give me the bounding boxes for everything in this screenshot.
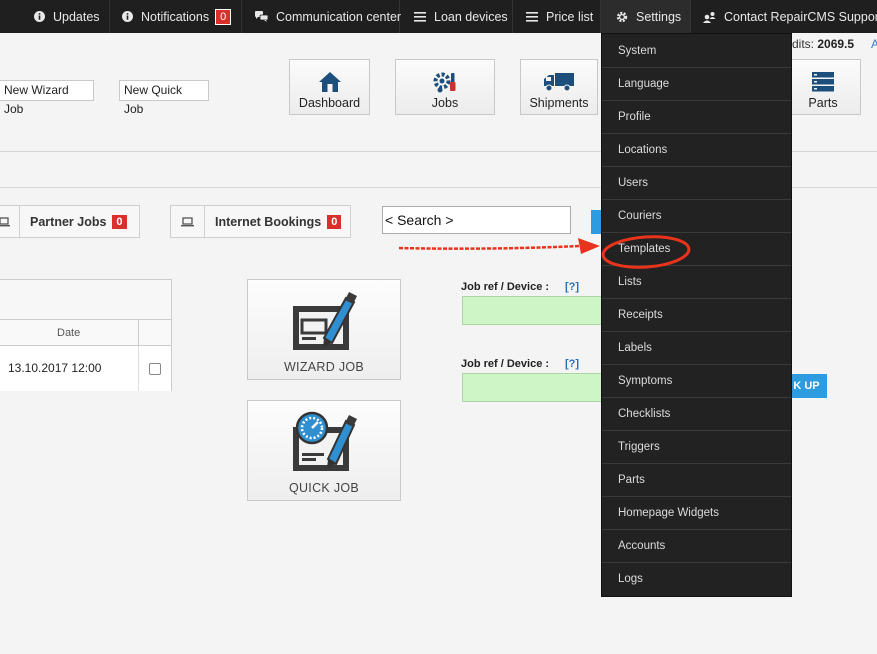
menu-item-logs[interactable]: Logs <box>602 563 791 596</box>
table-header-row: Date <box>0 319 171 346</box>
menu-item-symptoms[interactable]: Symptoms <box>602 365 791 398</box>
job-ref-label: Job ref / Device : <box>461 358 550 370</box>
menu-item-triggers[interactable]: Triggers <box>602 431 791 464</box>
truck-icon <box>544 73 574 92</box>
gear-icon <box>616 11 628 23</box>
job-ref-label: Job ref / Device : <box>461 281 550 293</box>
column-divider <box>138 346 139 391</box>
jobs-label: Jobs <box>431 96 459 110</box>
job-ref-help-link[interactable]: [?] <box>565 281 579 293</box>
menu-item-users[interactable]: Users <box>602 167 791 200</box>
nav-communication-label: Communication center <box>276 9 402 24</box>
menu-item-accounts[interactable]: Accounts <box>602 530 791 563</box>
shipments-label: Shipments <box>529 96 589 110</box>
table-row[interactable]: 13.10.2017 12:00 <box>0 346 171 391</box>
job-ref-input[interactable] <box>462 373 607 402</box>
laptop-icon <box>171 206 205 237</box>
tab-partner-jobs[interactable]: Partner Jobs 0 <box>0 205 140 238</box>
list-icon <box>414 11 426 22</box>
menu-item-system[interactable]: System <box>602 35 791 68</box>
nav-updates[interactable]: Updates <box>0 0 110 33</box>
tab-partner-jobs-label: Partner Jobs <box>30 214 107 229</box>
info-icon <box>122 11 133 22</box>
wizard-job-tile[interactable]: WIZARD JOB <box>247 279 401 380</box>
nav-loan-devices[interactable]: Loan devices <box>400 0 513 33</box>
nav-notifications[interactable]: Notifications 0 <box>110 0 242 33</box>
credits-value: 2069.5 <box>817 37 855 51</box>
red-arrow-annotation <box>398 238 600 254</box>
nav-contact-support-label: Contact RepairCMS Support <box>724 9 877 24</box>
menu-item-language[interactable]: Language <box>602 68 791 101</box>
search-input[interactable] <box>382 206 571 234</box>
column-header-date[interactable]: Date <box>57 327 80 339</box>
dashboard-label: Dashboard <box>298 96 361 110</box>
jobs-button[interactable]: Jobs <box>395 59 495 115</box>
menu-item-templates[interactable]: Templates <box>602 233 791 266</box>
quick-job-label: QUICK JOB <box>288 481 360 495</box>
lookup-button[interactable]: K UP <box>786 374 827 398</box>
info-icon <box>34 11 45 22</box>
tab-internet-bookings[interactable]: Internet Bookings 0 <box>170 205 351 238</box>
row-date: 13.10.2017 12:00 <box>8 361 102 375</box>
credits-link[interactable]: A <box>871 37 877 51</box>
top-navbar: Updates Notifications 0 Communication ce… <box>0 0 877 33</box>
menu-item-couriers[interactable]: Couriers <box>602 200 791 233</box>
nav-price-list[interactable]: Price list <box>513 0 601 33</box>
nav-settings-label: Settings <box>636 9 682 24</box>
menu-item-labels[interactable]: Labels <box>602 332 791 365</box>
tools-icon <box>433 72 456 93</box>
wizard-job-label: WIZARD JOB <box>283 360 365 374</box>
new-wizard-job-button[interactable]: New Wizard Job <box>0 80 94 116</box>
list-icon <box>526 11 538 22</box>
new-quick-job-button[interactable]: New Quick Job <box>119 80 209 116</box>
laptop-icon <box>0 206 20 237</box>
job-table: Date 13.10.2017 12:00 <box>0 279 172 391</box>
row-checkbox[interactable] <box>149 363 161 375</box>
shipments-button[interactable]: Shipments <box>520 59 598 115</box>
nav-loan-devices-label: Loan devices <box>434 9 508 24</box>
menu-item-locations[interactable]: Locations <box>602 134 791 167</box>
nav-settings[interactable]: Settings <box>601 0 691 33</box>
internet-bookings-count-badge: 0 <box>327 214 342 229</box>
nav-communication-center[interactable]: Communication center <box>242 0 402 33</box>
home-icon <box>318 72 341 92</box>
menu-item-checklists[interactable]: Checklists <box>602 398 791 431</box>
nav-contact-support[interactable]: Contact RepairCMS Support <box>691 0 877 33</box>
partner-jobs-count-badge: 0 <box>112 214 127 229</box>
wizard-form-icon <box>293 292 357 350</box>
job-ref-input[interactable] <box>462 296 607 325</box>
credits-display: dits: 2069.5 <box>792 37 854 51</box>
server-icon <box>812 72 834 92</box>
nav-notifications-label: Notifications <box>141 9 210 24</box>
menu-item-parts[interactable]: Parts <box>602 464 791 497</box>
nav-price-list-label: Price list <box>546 9 594 24</box>
credits-label: dits: <box>792 37 815 51</box>
parts-label: Parts <box>808 96 838 110</box>
menu-item-profile[interactable]: Profile <box>602 101 791 134</box>
menu-item-receipts[interactable]: Receipts <box>602 299 791 332</box>
chat-icon <box>255 11 268 22</box>
support-icon <box>703 11 716 23</box>
dashboard-button[interactable]: Dashboard <box>289 59 370 115</box>
settings-dropdown-menu: System Language Profile Locations Users … <box>601 33 792 597</box>
column-divider <box>138 320 139 345</box>
notification-count-badge: 0 <box>215 8 232 25</box>
quick-job-tile[interactable]: QUICK JOB <box>247 400 401 501</box>
menu-item-lists[interactable]: Lists <box>602 266 791 299</box>
menu-item-homepage-widgets[interactable]: Homepage Widgets <box>602 497 791 530</box>
parts-button[interactable]: Parts <box>785 59 861 115</box>
quick-form-icon <box>293 411 357 471</box>
tab-internet-bookings-label: Internet Bookings <box>215 214 322 229</box>
nav-updates-label: Updates <box>53 9 100 24</box>
job-ref-help-link[interactable]: [?] <box>565 358 579 370</box>
